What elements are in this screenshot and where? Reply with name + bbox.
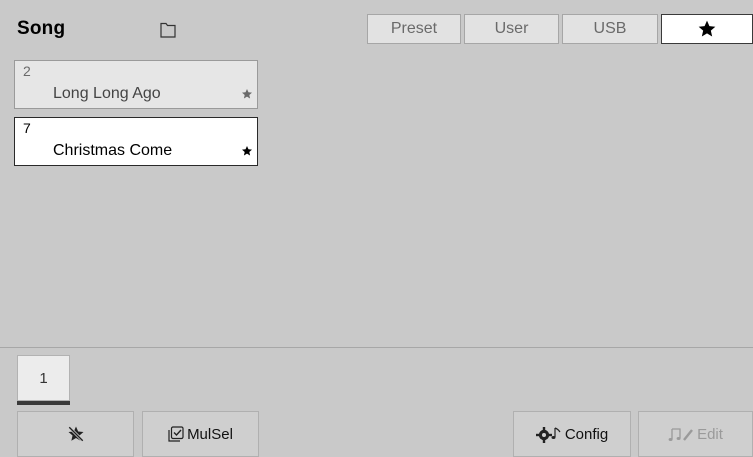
tab-usb[interactable]: USB <box>562 14 658 44</box>
song-number: 2 <box>23 63 31 79</box>
star-icon <box>242 89 252 99</box>
star-icon <box>242 146 252 156</box>
tab-preset[interactable]: Preset <box>367 14 461 44</box>
song-item[interactable]: 7 Christmas Come <box>14 117 258 166</box>
divider <box>0 347 753 348</box>
page-title: Song <box>17 18 66 39</box>
multi-select-icon <box>168 426 184 442</box>
note-pencil-icon <box>668 428 693 441</box>
song-name: Christmas Come <box>53 142 173 159</box>
star-icon <box>698 20 716 37</box>
song-item[interactable]: 2 Long Long Ago <box>14 60 258 109</box>
mulsel-button[interactable]: MulSel <box>142 411 259 457</box>
folder-icon[interactable] <box>160 21 176 38</box>
config-button[interactable]: Config <box>513 411 631 457</box>
page-indicator <box>17 401 70 405</box>
edit-button[interactable]: Edit <box>638 411 753 457</box>
tab-user[interactable]: User <box>464 14 559 44</box>
star-off-icon <box>67 426 84 442</box>
page-tab[interactable]: 1 <box>17 355 70 401</box>
unfavorite-button[interactable] <box>17 411 134 457</box>
song-number: 7 <box>23 120 31 136</box>
song-name: Long Long Ago <box>53 85 161 102</box>
gear-note-icon <box>535 427 561 443</box>
tab-favorites[interactable] <box>661 14 753 44</box>
